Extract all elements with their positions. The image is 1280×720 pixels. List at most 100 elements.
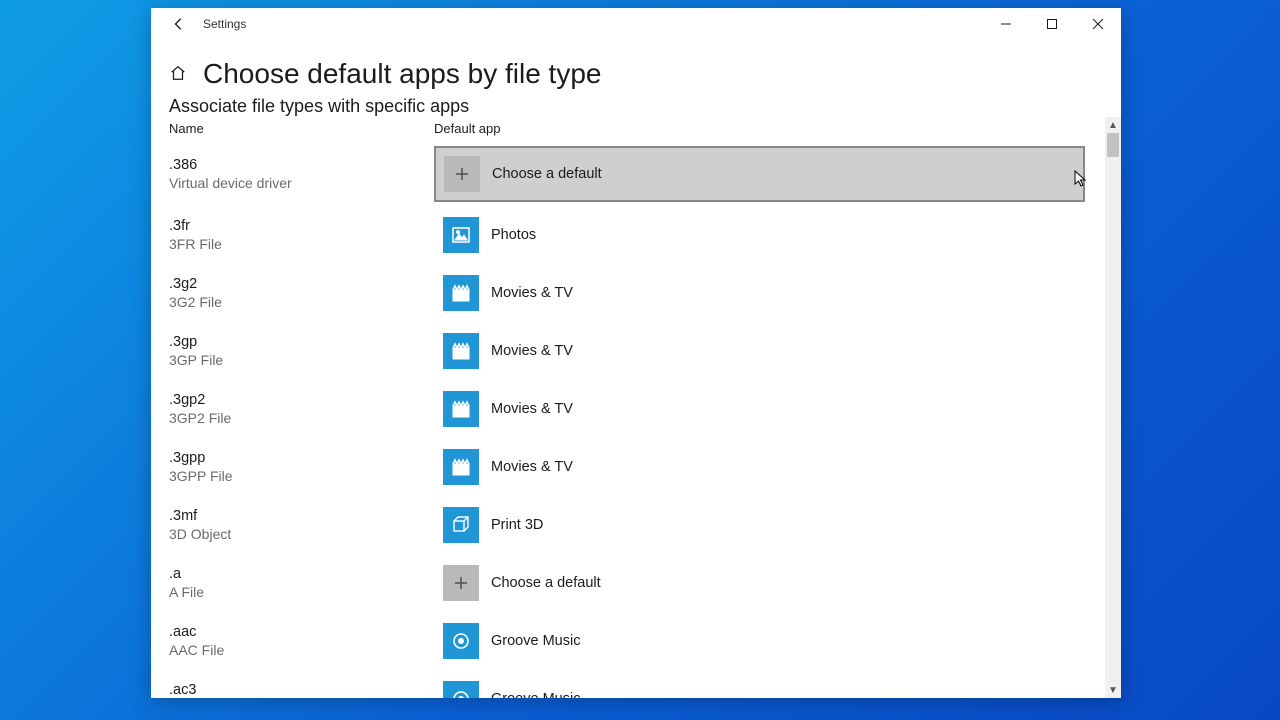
default-app-label: Groove Music xyxy=(491,691,580,698)
default-app-label: Photos xyxy=(491,227,536,243)
default-app-cell: Print 3D xyxy=(434,500,1085,550)
plus-icon xyxy=(444,156,480,192)
default-app-button[interactable]: Movies & TV xyxy=(434,384,1085,434)
default-app-label: Movies & TV xyxy=(491,459,573,475)
default-app-button[interactable]: Groove Music xyxy=(434,674,1085,698)
file-type-cell: .ac3AC3 File xyxy=(169,682,434,698)
scroll-up-button[interactable]: ▲ xyxy=(1105,117,1121,133)
page-subtitle: Associate file types with specific apps xyxy=(151,90,1121,117)
file-type-row: .3gp2 3GP2 File Movies & TV xyxy=(169,380,1085,438)
back-button[interactable] xyxy=(159,8,199,40)
default-app-button[interactable]: Photos xyxy=(434,210,1085,260)
column-headers: Name Default app xyxy=(169,119,1085,142)
default-app-button[interactable]: Groove Music xyxy=(434,616,1085,666)
scroll-track[interactable] xyxy=(1105,133,1121,682)
file-type-cell: .3g2 3G2 File xyxy=(169,276,434,310)
file-description: AAC File xyxy=(169,642,434,658)
minimize-icon xyxy=(1000,18,1012,30)
default-app-cell: Movies & TV xyxy=(434,384,1085,434)
file-type-cell: .3fr 3FR File xyxy=(169,218,434,252)
column-name-header: Name xyxy=(169,121,434,136)
file-extension: .3gp2 xyxy=(169,392,434,408)
file-description: 3GP File xyxy=(169,352,434,368)
file-type-row: .3g2 3G2 File Movies & TV xyxy=(169,264,1085,322)
window-controls xyxy=(983,8,1121,40)
movies-icon xyxy=(443,449,479,485)
arrow-left-icon xyxy=(172,17,186,31)
file-type-row: .a A File Choose a default xyxy=(169,554,1085,612)
movies-icon xyxy=(443,333,479,369)
default-app-cell: Groove Music xyxy=(434,674,1085,698)
file-description: 3GP2 File xyxy=(169,410,434,426)
file-extension: .3gp xyxy=(169,334,434,350)
default-app-label: Movies & TV xyxy=(491,401,573,417)
file-extension: .3mf xyxy=(169,508,434,524)
file-description: 3G2 File xyxy=(169,294,434,310)
file-type-row: .ac3AC3 File Groove Music xyxy=(169,670,1085,698)
file-type-cell: .3gp2 3GP2 File xyxy=(169,392,434,426)
maximize-button[interactable] xyxy=(1029,8,1075,40)
default-app-button[interactable]: Choose a default xyxy=(434,146,1085,202)
file-extension: .a xyxy=(169,566,434,582)
default-app-button[interactable]: Movies & TV xyxy=(434,442,1085,492)
maximize-icon xyxy=(1046,18,1058,30)
minimize-button[interactable] xyxy=(983,8,1029,40)
close-button[interactable] xyxy=(1075,8,1121,40)
file-description: A File xyxy=(169,584,434,600)
titlebar: Settings xyxy=(151,8,1121,40)
file-extension: .3fr xyxy=(169,218,434,234)
home-button[interactable] xyxy=(169,64,187,85)
file-type-cell: .3gpp 3GPP File xyxy=(169,450,434,484)
file-description: 3GPP File xyxy=(169,468,434,484)
home-icon xyxy=(169,64,187,82)
scroll-thumb[interactable] xyxy=(1107,133,1119,157)
default-app-label: Groove Music xyxy=(491,633,580,649)
default-app-cell: Groove Music xyxy=(434,616,1085,666)
default-app-cell: Movies & TV xyxy=(434,268,1085,318)
default-app-cell: Choose a default xyxy=(434,558,1085,608)
groove-icon xyxy=(443,623,479,659)
file-type-row: .aac AAC File Groove Music xyxy=(169,612,1085,670)
file-description: 3FR File xyxy=(169,236,434,252)
file-type-cell: .3gp 3GP File xyxy=(169,334,434,368)
file-extension: .aac xyxy=(169,624,434,640)
movies-icon xyxy=(443,275,479,311)
groove-icon xyxy=(443,681,479,698)
movies-icon xyxy=(443,391,479,427)
file-type-cell: .aac AAC File xyxy=(169,624,434,658)
window-title: Settings xyxy=(203,17,246,31)
file-extension: .ac3 xyxy=(169,682,434,698)
file-description: Virtual device driver xyxy=(169,175,434,191)
file-extension: .3gpp xyxy=(169,450,434,466)
scrollbar[interactable]: ▲ ▼ xyxy=(1105,117,1121,698)
default-app-label: Print 3D xyxy=(491,517,543,533)
default-app-label: Choose a default xyxy=(492,166,602,182)
default-app-button[interactable]: Movies & TV xyxy=(434,268,1085,318)
file-type-row: .386Virtual device driver Choose a defaul… xyxy=(169,142,1085,206)
default-app-button[interactable]: Print 3D xyxy=(434,500,1085,550)
plus-icon xyxy=(443,565,479,601)
file-type-cell: .3mf 3D Object xyxy=(169,508,434,542)
page-header: Choose default apps by file type xyxy=(151,40,1121,90)
default-app-label: Movies & TV xyxy=(491,285,573,301)
file-type-list: Name Default app .386Virtual device driv… xyxy=(151,117,1105,698)
page-title: Choose default apps by file type xyxy=(203,58,601,90)
file-type-row: .3gpp 3GPP File Movies & TV xyxy=(169,438,1085,496)
file-type-row: .3mf 3D Object Print 3D xyxy=(169,496,1085,554)
default-app-button[interactable]: Choose a default xyxy=(434,558,1085,608)
print3d-icon xyxy=(443,507,479,543)
file-description: 3D Object xyxy=(169,526,434,542)
photos-icon xyxy=(443,217,479,253)
default-app-cell: Choose a default xyxy=(434,146,1085,202)
default-app-button[interactable]: Movies & TV xyxy=(434,326,1085,376)
close-icon xyxy=(1092,18,1104,30)
file-type-cell: .386Virtual device driver xyxy=(169,157,434,191)
default-app-label: Choose a default xyxy=(491,575,601,591)
file-type-row: .3fr 3FR File Photos xyxy=(169,206,1085,264)
default-app-cell: Movies & TV xyxy=(434,326,1085,376)
scroll-down-button[interactable]: ▼ xyxy=(1105,682,1121,698)
default-app-cell: Photos xyxy=(434,210,1085,260)
file-type-cell: .a A File xyxy=(169,566,434,600)
file-extension: .3g2 xyxy=(169,276,434,292)
file-type-row: .3gp 3GP FileMovies & TV xyxy=(169,322,1085,380)
